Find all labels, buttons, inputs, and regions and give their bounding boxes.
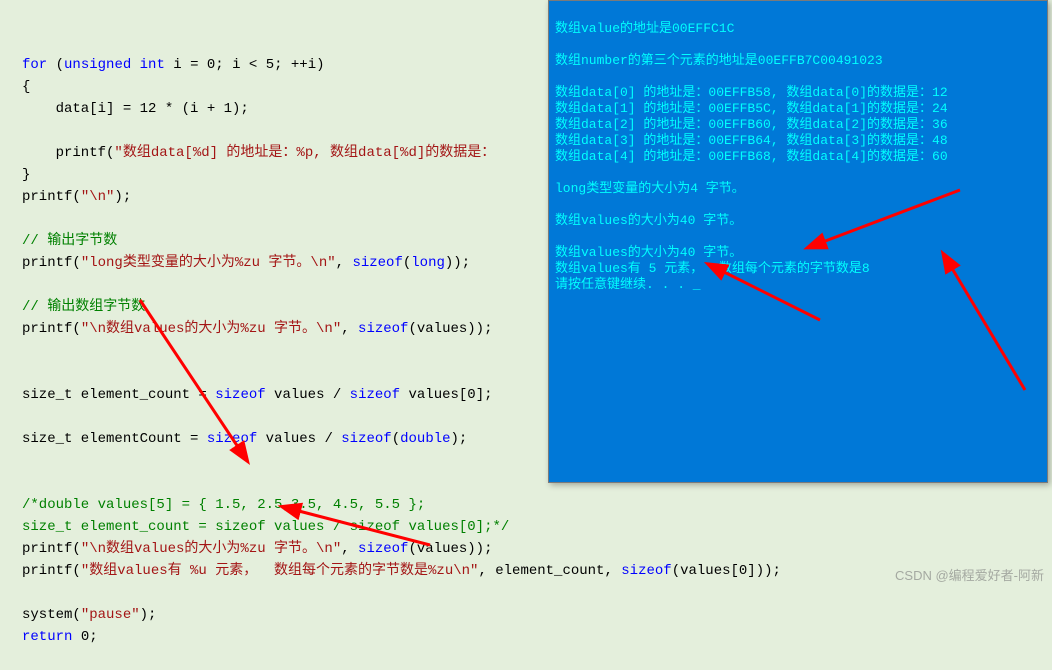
code-text: double (400, 431, 450, 447)
code-text: printf( (22, 541, 81, 557)
code-text: values / (266, 387, 350, 403)
code-text: ); (114, 189, 131, 205)
code-text: sizeof (621, 563, 671, 579)
code-text: return (22, 629, 72, 645)
console-line: 数组data[3] 的地址是：00EFFB64, 数组data[3]的数据是：4… (555, 133, 948, 148)
code-text: i = 0; i < 5; ++i) (165, 57, 325, 73)
code-text: , (341, 321, 358, 337)
code-text: printf( (22, 145, 114, 161)
code-text: printf( (22, 189, 81, 205)
code-text: "\n数组values的大小为%zu 字节。\n" (81, 541, 341, 557)
code-text: sizeof (358, 541, 408, 557)
code-text: "\n" (81, 189, 115, 205)
code-text: sizeof (352, 255, 402, 271)
code-text: system( (22, 607, 81, 623)
console-line: 数组data[4] 的地址是：00EFFB68, 数组data[4]的数据是：6… (555, 149, 948, 164)
code-text: } (22, 167, 30, 183)
console-line: 数组data[0] 的地址是：00EFFB58, 数组data[0]的数据是：1… (555, 85, 948, 100)
console-output: 数组value的地址是00EFFC1C 数组number的第三个元素的地址是00… (548, 0, 1048, 483)
watermark: CSDN @编程爱好者-阿新 (895, 565, 1044, 584)
code-text: printf( (22, 255, 81, 271)
console-line: 数组values的大小为40 字节。 (555, 245, 742, 260)
code-text: size_t element_count = (22, 387, 215, 403)
code-text: data[i] = 12 * (i + 1); (22, 101, 249, 117)
code-text: (values[0])); (672, 563, 781, 579)
console-line: 数组values的大小为40 字节。 (555, 213, 742, 228)
code-text: (values)); (408, 541, 492, 557)
code-text: size_t element_count = sizeof values / s… (22, 519, 509, 535)
code-text (131, 57, 139, 73)
code-text: // 输出数组字节数 (22, 299, 145, 315)
code-text: ( (47, 57, 64, 73)
code-text: /*double values[5] = { 1.5, 2.5,3.5, 4.5… (22, 497, 425, 513)
console-line: 请按任意键继续. . . _ (555, 277, 701, 292)
code-text: sizeof (358, 321, 408, 337)
code-text: // 输出字节数 (22, 233, 117, 249)
console-line: 数组value的地址是00EFFC1C (555, 21, 734, 36)
code-text: size_t elementCount = (22, 431, 207, 447)
code-text: "数组values有 %u 元素， 数组每个元素的字节数是%zu\n" (81, 563, 479, 579)
code-text: sizeof (350, 387, 400, 403)
code-text: values[0]; (400, 387, 492, 403)
code-text: values / (257, 431, 341, 447)
code-text: sizeof (207, 431, 257, 447)
console-line: 数组values有 5 元素， 数组每个元素的字节数是8 (555, 261, 870, 276)
code-text: printf( (22, 321, 81, 337)
code-text: long (411, 255, 445, 271)
code-text: for (22, 57, 47, 73)
code-text: "\n数组values的大小为%zu 字节。\n" (81, 321, 341, 337)
code-text: , (341, 541, 358, 557)
code-text: { (22, 79, 30, 95)
code-text: "long类型变量的大小为%zu 字节。\n" (81, 255, 336, 271)
console-line: 数组number的第三个元素的地址是00EFFB7C00491023 (555, 53, 883, 68)
console-line: 数组data[2] 的地址是：00EFFB60, 数组data[2]的数据是：3… (555, 117, 948, 132)
code-text: (values)); (408, 321, 492, 337)
code-text: "pause" (81, 607, 140, 623)
console-line: long类型变量的大小为4 字节。 (555, 181, 745, 196)
code-text: unsigned (64, 57, 131, 73)
code-text: , (336, 255, 353, 271)
code-text: , element_count, (478, 563, 621, 579)
code-text: int (140, 57, 165, 73)
code-text: sizeof (341, 431, 391, 447)
code-text: )); (445, 255, 470, 271)
code-text: "数组data[%d] 的地址是：%p, 数组data[%d]的数据是： (114, 145, 495, 161)
code-text: 0; (72, 629, 97, 645)
code-text: printf( (22, 563, 81, 579)
code-text: ( (392, 431, 400, 447)
code-text: ); (140, 607, 157, 623)
console-line: 数组data[1] 的地址是：00EFFB5C, 数组data[1]的数据是：2… (555, 101, 948, 116)
code-text: sizeof (215, 387, 265, 403)
code-text: ); (451, 431, 468, 447)
